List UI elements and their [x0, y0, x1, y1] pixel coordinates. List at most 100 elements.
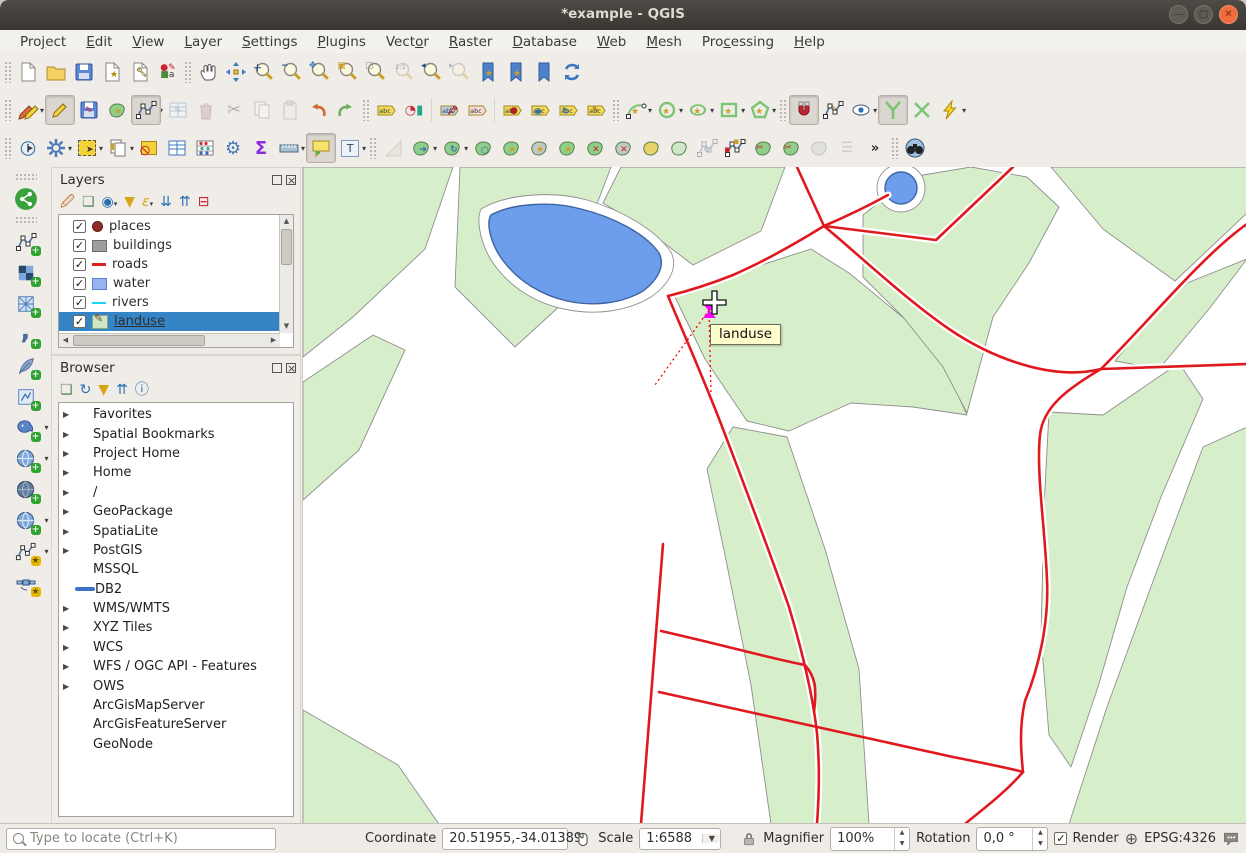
simplify-feature-button[interactable]: ⬡ — [469, 134, 497, 162]
menu-item[interactable]: Settings — [232, 32, 307, 52]
coordinate-input[interactable]: 20.51955,-34.01389 — [442, 828, 568, 850]
spin-up-icon[interactable]: ▲ — [1033, 828, 1047, 839]
metasearch-button[interactable] — [901, 134, 929, 162]
expander-icon[interactable]: ▶ — [63, 623, 75, 632]
new-spatial-bookmark-button[interactable]: ★ — [474, 58, 502, 86]
measure-line-button[interactable] — [275, 134, 303, 162]
zoom-native-button[interactable]: 1:1 — [390, 58, 418, 86]
layer-visibility-checkbox[interactable]: ✓ — [73, 277, 86, 290]
show-hide-labels-button[interactable]: ◉ — [526, 96, 554, 124]
layer-visibility-checkbox[interactable]: ✓ — [73, 239, 86, 252]
expander-icon[interactable]: ▶ — [63, 682, 75, 691]
run-feature-action-button[interactable] — [42, 134, 70, 162]
expander-icon[interactable]: ▶ — [63, 662, 75, 671]
zoom-in-button[interactable]: ＋ — [250, 58, 278, 86]
add-wms-layer-button[interactable]: +▾ — [10, 443, 42, 474]
properties-icon[interactable]: ⓘ — [135, 383, 149, 397]
modify-attributes-button[interactable]: ✎ — [164, 96, 192, 124]
show-layout-manager-button[interactable]: 🔧︎ — [126, 58, 154, 86]
align-features-button[interactable]: ☰ — [833, 134, 861, 162]
pin-labels-button[interactable]: 📌︎ — [435, 96, 463, 124]
menu-item[interactable]: Mesh — [636, 32, 692, 52]
add-vector-tile-layer-button[interactable]: ★▾ — [10, 536, 42, 567]
scroll-left-arrow[interactable]: ◀ — [59, 334, 72, 347]
expander-icon[interactable]: ▶ — [63, 449, 75, 458]
menu-item[interactable]: Edit — [76, 32, 122, 52]
delete-ring-button[interactable]: ✕ — [581, 134, 609, 162]
delete-part-button[interactable]: ✕ — [609, 134, 637, 162]
messages-icon[interactable] — [1222, 830, 1240, 848]
dropdown-caret[interactable]: ▾ — [44, 454, 48, 463]
close-panel-icon[interactable]: × — [286, 175, 296, 185]
refresh-browser-icon[interactable]: ↻ — [80, 383, 92, 397]
snapping-on-intersection-button[interactable] — [908, 96, 936, 124]
open-layer-styling-icon[interactable]: 🖉 — [60, 195, 75, 209]
browser-item[interactable]: ▶ ArcGisMapServer — [59, 696, 293, 715]
expander-icon[interactable]: ▶ — [63, 527, 75, 536]
toolbar-handle[interactable] — [15, 173, 37, 181]
expander-icon[interactable]: ▶ — [63, 430, 75, 439]
render-checkbox[interactable]: ✓ Render — [1054, 831, 1118, 846]
maximize-button[interactable]: ▢ — [1194, 5, 1213, 24]
layer-row[interactable]: ✓ landuse — [59, 312, 280, 331]
magnifier-spinbox[interactable]: 100% ▲▼ — [830, 827, 910, 851]
map-canvas[interactable]: landuse — [302, 167, 1246, 824]
menu-item[interactable]: Processing — [692, 32, 784, 52]
enable-tracing-button[interactable] — [936, 96, 964, 124]
browser-item[interactable]: ▶ Spatial Bookmarks — [59, 424, 293, 443]
add-polygon-feature-button[interactable]: ★ — [103, 96, 131, 124]
processing-toolbox-button[interactable]: ⚙ — [219, 134, 247, 162]
browser-item[interactable]: ▶ XYZ Tiles — [59, 618, 293, 637]
toolbar-handle[interactable] — [184, 61, 192, 83]
rotation-spinbox[interactable]: 0,0 ° ▲▼ — [976, 827, 1048, 851]
toggle-extents-icon[interactable] — [574, 830, 592, 848]
toggle-editing-button[interactable] — [45, 95, 75, 125]
layer-labeling-button[interactable] — [372, 96, 400, 124]
identify-features-button[interactable]: ⓘ➤ — [14, 134, 42, 162]
add-wfs-layer-button[interactable]: +▾ — [10, 505, 42, 536]
zoom-out-button[interactable]: − — [278, 58, 306, 86]
zoom-full-extent-button[interactable]: ✥ — [306, 58, 334, 86]
toolbar-handle[interactable] — [15, 216, 37, 224]
add-ring-button[interactable]: ★ — [497, 134, 525, 162]
browser-item[interactable]: ▶ Favorites — [59, 405, 293, 424]
circular-string-button[interactable]: ★ — [622, 96, 650, 124]
browser-item[interactable]: ▶ / — [59, 483, 293, 502]
expander-icon[interactable]: ▶ — [63, 604, 75, 613]
float-panel-icon[interactable] — [272, 175, 282, 185]
layer-row[interactable]: ✓ roads — [59, 255, 280, 274]
new-map-view-button[interactable] — [530, 58, 558, 86]
menu-item[interactable]: Vector — [376, 32, 439, 52]
crs-globe-icon[interactable]: ⊕ — [1125, 831, 1138, 847]
menu-item[interactable]: Project — [10, 32, 76, 52]
layer-visibility-checkbox[interactable]: ✓ — [73, 296, 86, 309]
offset-curve-button[interactable] — [665, 134, 693, 162]
delete-selected-button[interactable] — [192, 96, 220, 124]
split-parts-button[interactable]: ✂ — [777, 134, 805, 162]
snapping-options-button[interactable]: ✎ — [819, 96, 847, 124]
layer-visibility-checkbox[interactable]: ✓ — [73, 258, 86, 271]
layer-row[interactable]: ✓ buildings — [59, 236, 280, 255]
menu-item[interactable]: Plugins — [307, 32, 375, 52]
show-spatial-bookmarks-button[interactable]: ★ — [502, 58, 530, 86]
toolbar-handle[interactable] — [779, 99, 787, 121]
title-bar[interactable]: *example - QGIS — ▢ ✕ — [0, 0, 1246, 30]
locate-search-input[interactable]: Type to locate (Ctrl+K) — [6, 828, 276, 850]
add-postgis-layer-button[interactable]: +▾ — [10, 412, 42, 443]
text-annotation-button[interactable]: T — [336, 134, 364, 162]
browser-item[interactable]: ▶ WFS / OGC API - Features — [59, 657, 293, 676]
enable-snapping-button[interactable] — [789, 95, 819, 125]
menu-item[interactable]: Layer — [174, 32, 232, 52]
copy-features-button[interactable] — [248, 96, 276, 124]
data-source-manager-button[interactable] — [10, 183, 42, 214]
rotate-label-button[interactable]: ↻ — [554, 96, 582, 124]
save-project-button[interactable] — [70, 58, 98, 86]
browser-item[interactable]: ▶ GeoPackage — [59, 502, 293, 521]
layers-horizontal-scrollbar[interactable]: ◀ ▶ — [59, 333, 280, 347]
toolbar-handle[interactable] — [369, 137, 377, 159]
add-point-cloud-layer-button[interactable]: ★ — [10, 567, 42, 598]
browser-item[interactable]: ▶ DB2 — [59, 580, 293, 599]
add-raster-layer-button[interactable]: + — [10, 257, 42, 288]
move-label-button[interactable]: ● — [498, 96, 526, 124]
fill-ring-button[interactable]: ★ — [553, 134, 581, 162]
